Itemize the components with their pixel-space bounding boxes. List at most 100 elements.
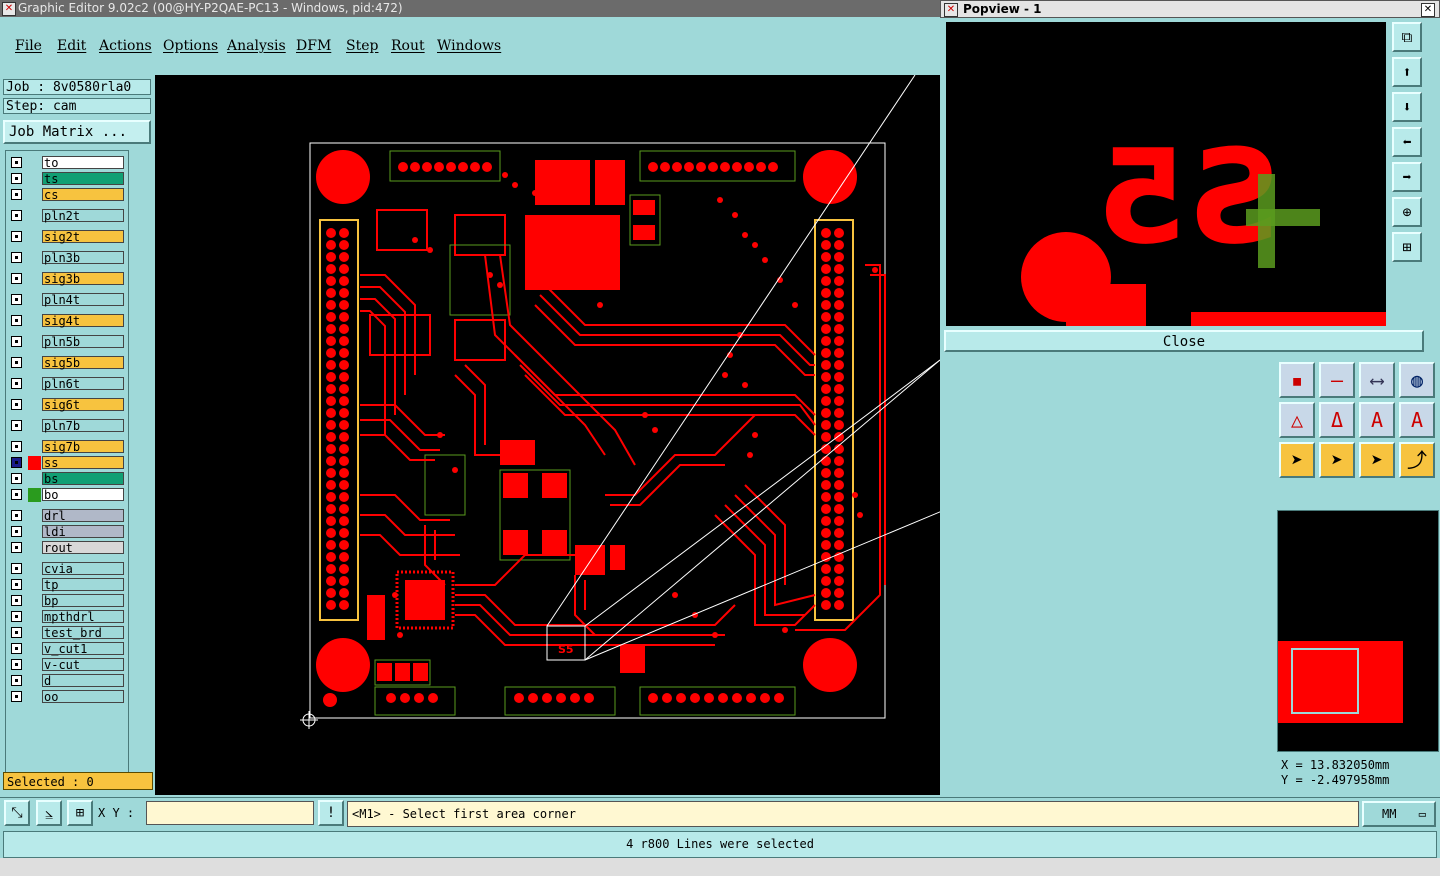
- overview-map[interactable]: [1277, 510, 1439, 752]
- layer-name[interactable]: ldi: [42, 525, 124, 539]
- layer-name[interactable]: mpthdrl: [42, 610, 124, 624]
- layer-row-pln6t[interactable]: pln6t: [8, 377, 128, 391]
- menu-actions[interactable]: Actions: [99, 38, 152, 54]
- layer-row-v-cut[interactable]: v-cut: [8, 658, 128, 672]
- tool-shapes-button[interactable]: ◍: [1399, 362, 1435, 398]
- layer-name[interactable]: cvia: [42, 562, 124, 576]
- layer-name[interactable]: sig5b: [42, 356, 124, 370]
- layer-name[interactable]: ss: [42, 456, 124, 470]
- layer-row-bp[interactable]: bp: [8, 594, 128, 608]
- layer-name[interactable]: rout: [42, 541, 124, 555]
- layer-checkbox[interactable]: [11, 473, 22, 484]
- layer-checkbox[interactable]: [11, 526, 22, 537]
- layer-name[interactable]: v-cut: [42, 658, 124, 672]
- menu-analysis[interactable]: Analysis: [227, 38, 286, 54]
- layer-row-sig6t[interactable]: sig6t: [8, 398, 128, 412]
- job-matrix-button[interactable]: Job Matrix ...: [3, 120, 151, 144]
- app-icon[interactable]: ✕: [2, 2, 16, 16]
- layer-row-ldi[interactable]: ldi: [8, 525, 128, 539]
- layer-name[interactable]: cs: [42, 188, 124, 202]
- layer-checkbox[interactable]: [11, 643, 22, 654]
- popview-pan-right-button[interactable]: ➡: [1392, 162, 1422, 192]
- layer-row-sig5b[interactable]: sig5b: [8, 356, 128, 370]
- snap-button[interactable]: ⤡: [4, 800, 30, 826]
- layer-checkbox[interactable]: [11, 378, 22, 389]
- layer-row-d[interactable]: d: [8, 674, 128, 688]
- pcb-view[interactable]: S5: [155, 74, 1281, 795]
- layer-checkbox[interactable]: [11, 611, 22, 622]
- layer-name[interactable]: pln7b: [42, 419, 124, 433]
- popview-layer-button[interactable]: ⧉: [1392, 22, 1422, 52]
- layer-row-oo[interactable]: oo: [8, 690, 128, 704]
- layer-name[interactable]: test_brd: [42, 626, 124, 640]
- menu-windows[interactable]: Windows: [437, 38, 501, 54]
- layer-checkbox[interactable]: [11, 563, 22, 574]
- layer-row-sig4t[interactable]: sig4t: [8, 314, 128, 328]
- layer-checkbox[interactable]: [11, 420, 22, 431]
- layer-row-ss[interactable]: ss: [8, 456, 128, 470]
- menu-rout[interactable]: Rout: [391, 38, 425, 54]
- menu-options[interactable]: Options: [163, 38, 218, 54]
- popview-zoom-fit-button[interactable]: ⊞: [1392, 232, 1422, 262]
- graphic-canvas[interactable]: S5: [155, 74, 1281, 795]
- layer-name[interactable]: pln4t: [42, 293, 124, 307]
- tool-measure-button[interactable]: ⟷: [1359, 362, 1395, 398]
- layer-row-cs[interactable]: cs: [8, 188, 128, 202]
- layer-checkbox[interactable]: [11, 579, 22, 590]
- layer-row-pln4t[interactable]: pln4t: [8, 293, 128, 307]
- tool-pads-button[interactable]: ▪: [1279, 362, 1315, 398]
- layer-name[interactable]: sig7b: [42, 440, 124, 454]
- popview-zoom-in-button[interactable]: ⊕: [1392, 197, 1422, 227]
- layer-checkbox[interactable]: [11, 691, 22, 702]
- layer-checkbox[interactable]: [11, 294, 22, 305]
- layer-name[interactable]: pln6t: [42, 377, 124, 391]
- layer-name[interactable]: ts: [42, 172, 124, 186]
- menu-dfm[interactable]: DFM: [296, 38, 331, 54]
- layer-row-pln2t[interactable]: pln2t: [8, 209, 128, 223]
- layer-checkbox[interactable]: [11, 210, 22, 221]
- grid-button[interactable]: ⊞: [67, 800, 93, 826]
- layer-name[interactable]: drl: [42, 509, 124, 523]
- popview-close-button[interactable]: Close: [944, 330, 1424, 352]
- layer-name[interactable]: pln5b: [42, 335, 124, 349]
- layer-checkbox[interactable]: [11, 336, 22, 347]
- layer-row-bo[interactable]: bo: [8, 488, 128, 502]
- layer-row-rout[interactable]: rout: [8, 541, 128, 555]
- layer-row-tp[interactable]: tp: [8, 578, 128, 592]
- layer-row-ts[interactable]: ts: [8, 172, 128, 186]
- layer-name[interactable]: bs: [42, 472, 124, 486]
- layer-name[interactable]: d: [42, 674, 124, 688]
- popview-close-icon[interactable]: ✕: [1421, 3, 1435, 17]
- layer-checkbox[interactable]: [11, 357, 22, 368]
- layer-checkbox[interactable]: [11, 273, 22, 284]
- layer-row-sig3b[interactable]: sig3b: [8, 272, 128, 286]
- layer-row-pln5b[interactable]: pln5b: [8, 335, 128, 349]
- tool-add-button[interactable]: △: [1279, 402, 1315, 438]
- layer-checkbox[interactable]: [11, 489, 22, 500]
- tool-line-button[interactable]: —: [1319, 362, 1355, 398]
- tool-select-poly-button[interactable]: ➤: [1359, 442, 1395, 478]
- popview-pan-down-button[interactable]: ⬇: [1392, 92, 1422, 122]
- layer-row-mpthdrl[interactable]: mpthdrl: [8, 610, 128, 624]
- layer-checkbox[interactable]: [11, 252, 22, 263]
- layer-name[interactable]: v_cut1: [42, 642, 124, 656]
- layer-checkbox[interactable]: [11, 315, 22, 326]
- measure-button[interactable]: ⦥: [36, 800, 62, 826]
- layer-checkbox[interactable]: [11, 675, 22, 686]
- layer-checkbox[interactable]: [11, 231, 22, 242]
- layer-name[interactable]: sig6t: [42, 398, 124, 412]
- layer-row-v-cut1[interactable]: v_cut1: [8, 642, 128, 656]
- layer-name[interactable]: oo: [42, 690, 124, 704]
- tool-resize-button[interactable]: A: [1399, 402, 1435, 438]
- layer-checkbox[interactable]: [11, 627, 22, 638]
- tool-move-button[interactable]: Δ: [1319, 402, 1355, 438]
- menu-edit[interactable]: Edit: [57, 38, 86, 54]
- layer-row-pln7b[interactable]: pln7b: [8, 419, 128, 433]
- layer-name[interactable]: sig4t: [42, 314, 124, 328]
- layer-name[interactable]: bp: [42, 594, 124, 608]
- layer-row-sig7b[interactable]: sig7b: [8, 440, 128, 454]
- layer-name[interactable]: sig3b: [42, 272, 124, 286]
- layer-row-bs[interactable]: bs: [8, 472, 128, 486]
- layer-row-to[interactable]: to: [8, 156, 128, 170]
- layer-row-cvia[interactable]: cvia: [8, 562, 128, 576]
